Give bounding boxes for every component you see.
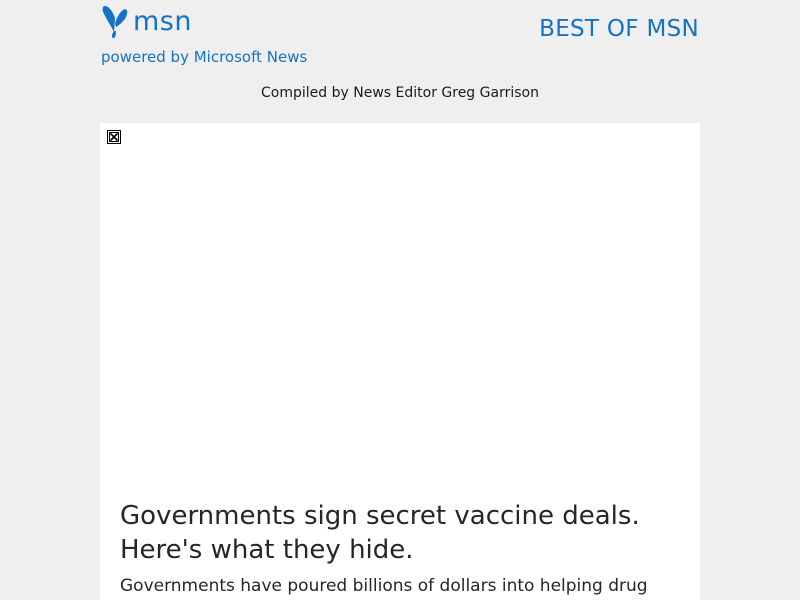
butterfly-icon xyxy=(102,6,128,39)
msn-logo[interactable]: msn xyxy=(101,4,192,40)
section-title[interactable]: BEST OF MSN xyxy=(539,16,699,42)
powered-by-link[interactable]: powered by Microsoft News xyxy=(101,48,307,66)
logo-text: msn xyxy=(133,5,192,37)
article-headline[interactable]: Governments sign secret vaccine deals. H… xyxy=(120,499,680,567)
article-card[interactable]: Governments sign secret vaccine deals. H… xyxy=(100,123,700,600)
broken-image-icon xyxy=(107,130,121,144)
article-summary: Governments have poured billions of doll… xyxy=(120,576,648,596)
email-page: msn powered by Microsoft News BEST OF MS… xyxy=(0,0,800,600)
compiled-by-text: Compiled by News Editor Greg Garrison xyxy=(261,85,539,101)
